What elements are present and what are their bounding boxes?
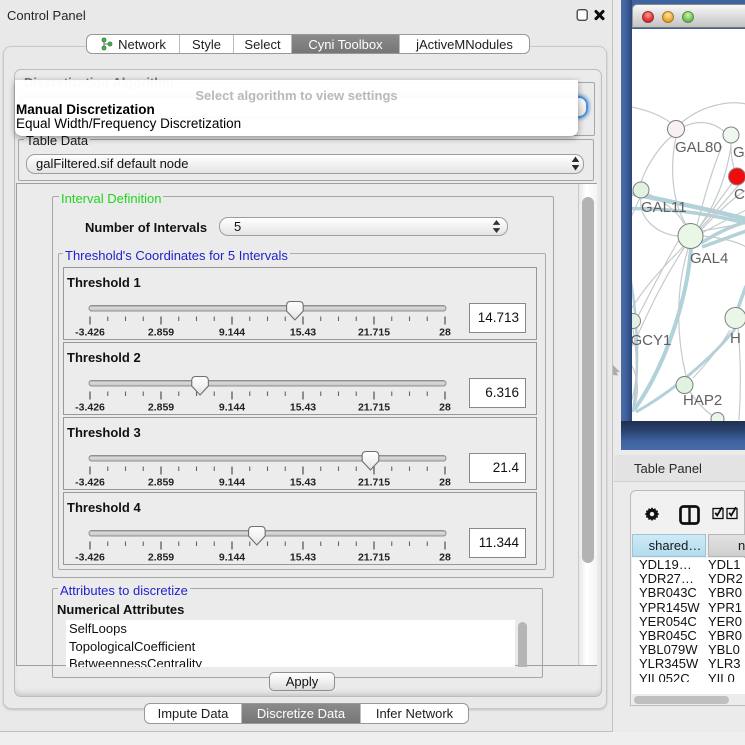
svg-text:2.859: 2.859	[148, 552, 174, 564]
svg-text:-3.426: -3.426	[75, 327, 105, 339]
svg-text:-3.426: -3.426	[75, 477, 105, 489]
svg-text:28: 28	[439, 552, 451, 564]
svg-text:9.144: 9.144	[219, 552, 245, 564]
svg-text:H: H	[730, 330, 741, 347]
svg-text:15.43: 15.43	[290, 402, 316, 414]
svg-text:C: C	[734, 186, 745, 203]
svg-text:28: 28	[439, 477, 451, 489]
svg-text:28: 28	[439, 327, 451, 339]
svg-text:15.43: 15.43	[290, 552, 316, 564]
svg-text:21.715: 21.715	[358, 552, 390, 564]
svg-text:15.43: 15.43	[290, 327, 316, 339]
svg-text:2.859: 2.859	[148, 477, 174, 489]
svg-text:21.715: 21.715	[358, 327, 390, 339]
svg-text:21.715: 21.715	[358, 477, 390, 489]
svg-text:GCY1: GCY1	[632, 332, 671, 349]
svg-text:9.144: 9.144	[219, 327, 245, 339]
svg-text:GA: GA	[733, 144, 745, 161]
svg-text:-3.426: -3.426	[75, 552, 105, 564]
svg-text:9.144: 9.144	[219, 402, 245, 414]
svg-text:15.43: 15.43	[290, 477, 316, 489]
svg-text:28: 28	[439, 402, 451, 414]
svg-text:GAL80: GAL80	[675, 139, 722, 156]
svg-text:HAP2: HAP2	[683, 392, 722, 409]
svg-text:2.859: 2.859	[148, 402, 174, 414]
svg-text:-3.426: -3.426	[75, 402, 105, 414]
svg-text:2.859: 2.859	[148, 327, 174, 339]
svg-text:GAL4: GAL4	[690, 250, 728, 267]
svg-text:GAL11: GAL11	[641, 199, 687, 216]
svg-text:21.715: 21.715	[358, 402, 390, 414]
svg-text:9.144: 9.144	[219, 477, 245, 489]
